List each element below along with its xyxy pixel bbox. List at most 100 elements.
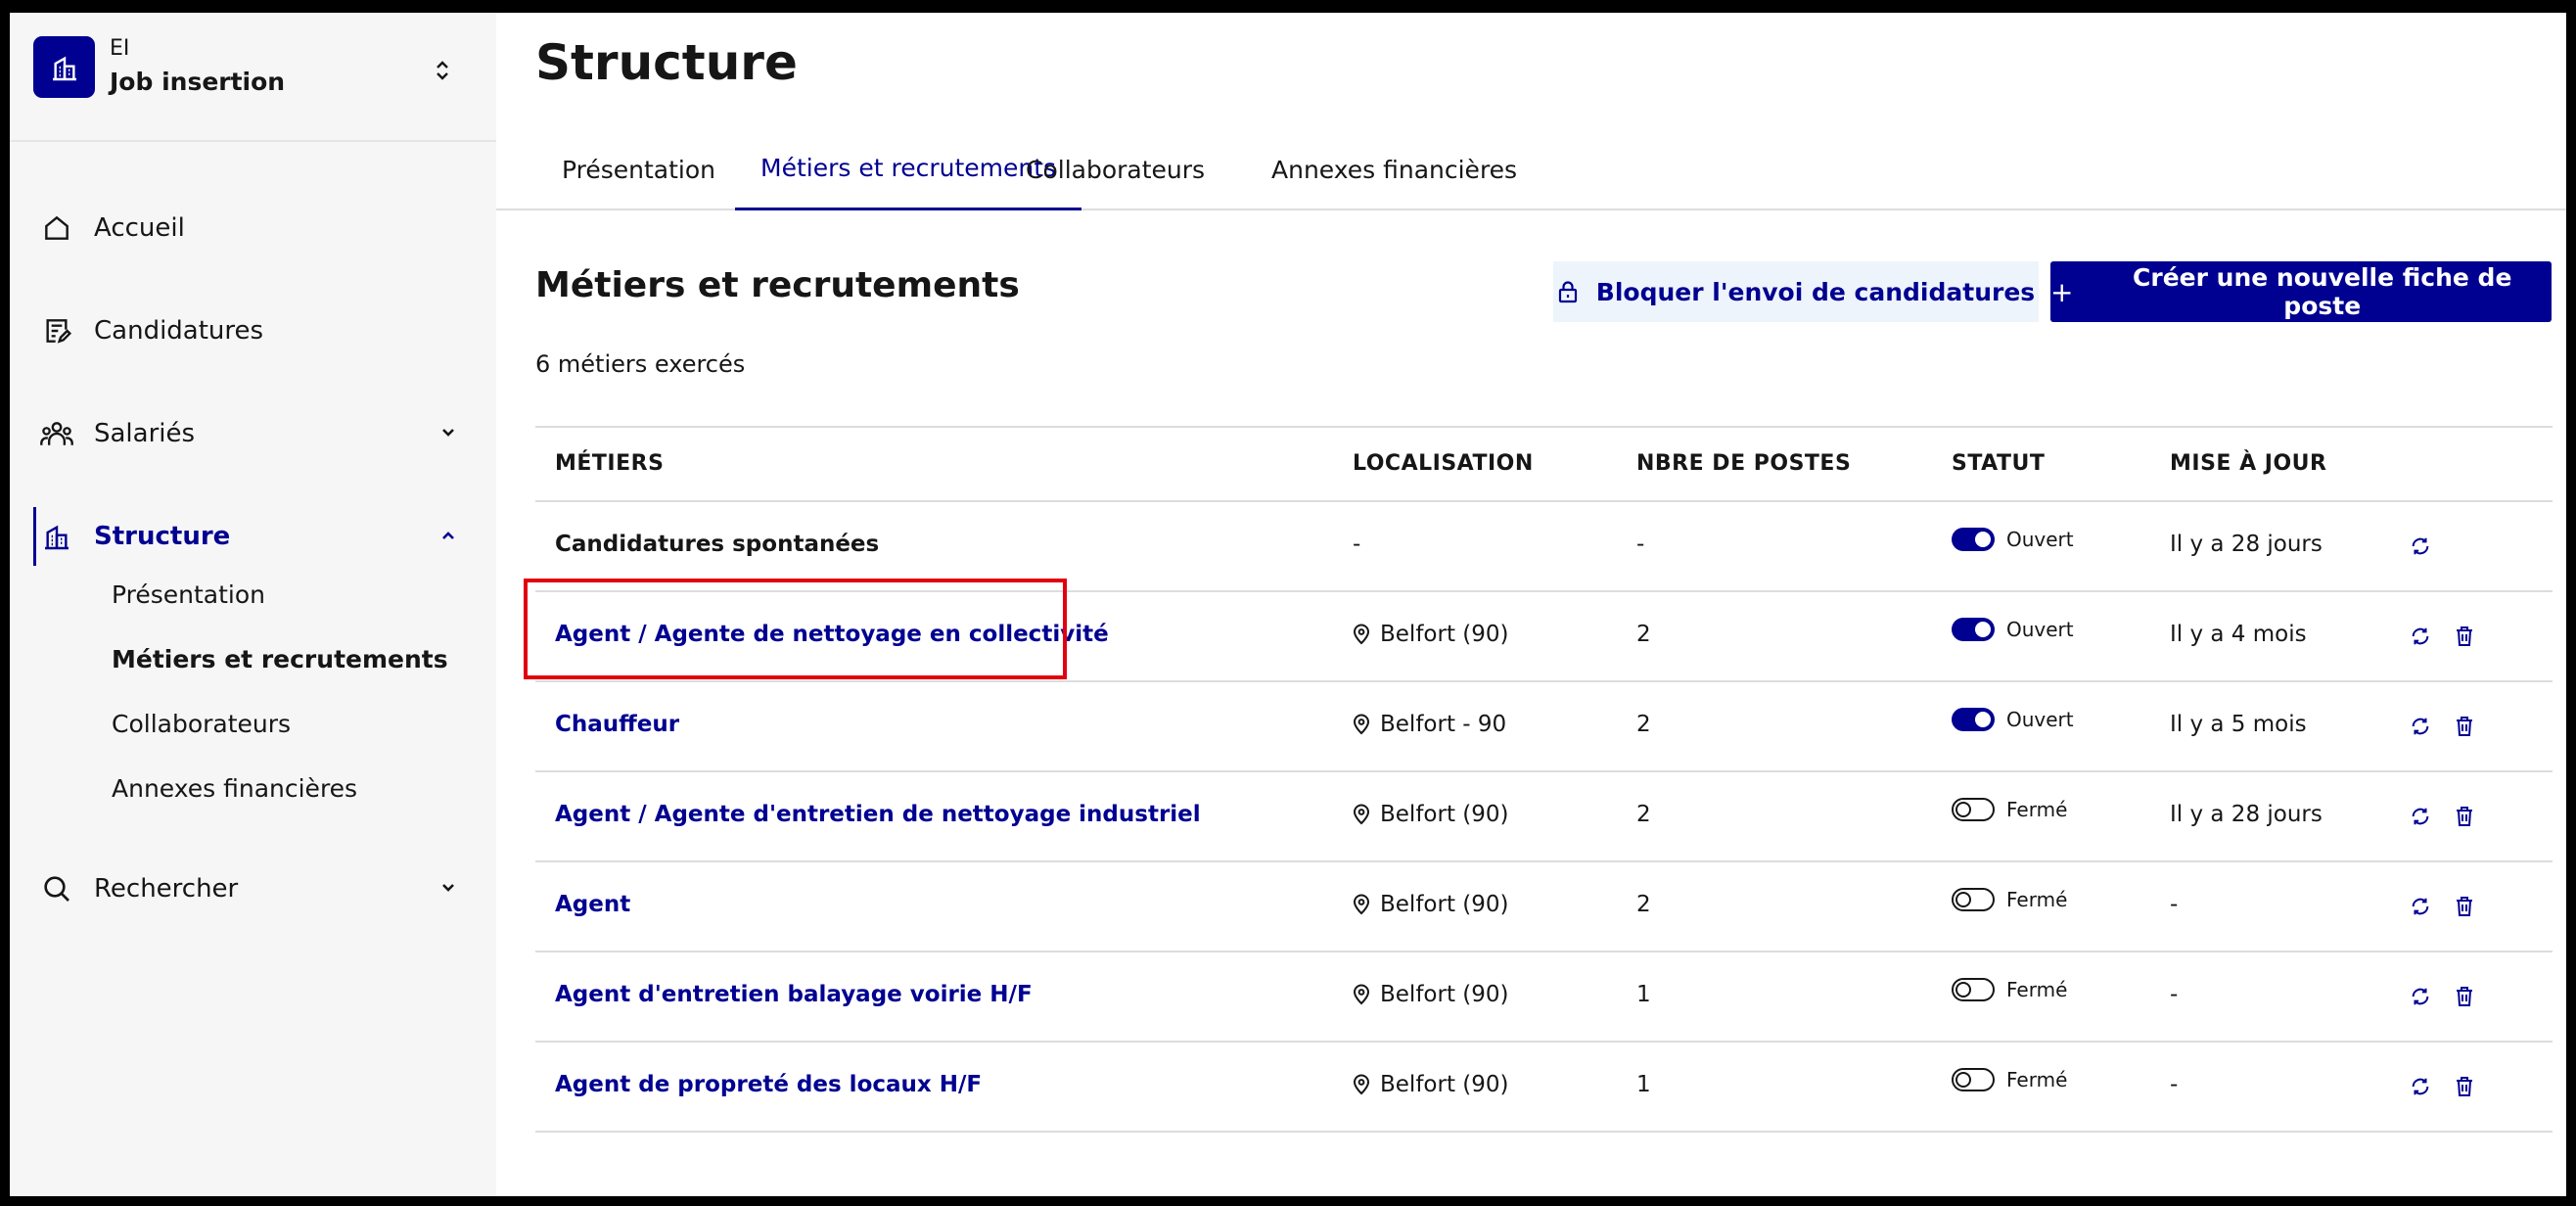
location-cell: Belfort - 90 <box>1353 712 1506 737</box>
job-link[interactable]: Agent / Agente d'entretien de nettoyage … <box>555 802 1201 827</box>
location-pin-icon <box>1353 804 1370 825</box>
page-title: Structure <box>535 34 798 91</box>
location-cell: Belfort (90) <box>1353 802 1509 827</box>
status-toggle[interactable] <box>1952 798 1995 821</box>
sidebar-item-candidatures[interactable]: Candidatures <box>33 302 474 360</box>
status-label: Fermé <box>2006 798 2068 821</box>
status-cell: Ouvert <box>1952 528 2074 551</box>
sidebar-subitem-metiers[interactable]: Métiers et recrutements <box>112 645 448 673</box>
job-link[interactable]: Agent / Agente de nettoyage en collectiv… <box>555 622 1109 647</box>
header-mise-a-jour: MISE À JOUR <box>2170 451 2327 476</box>
location-text: Belfort (90) <box>1380 622 1509 647</box>
lock-icon <box>1558 281 1577 303</box>
postes-cell: 1 <box>1636 1072 1651 1097</box>
status-cell: Ouvert <box>1952 708 2074 731</box>
tab-bar: Présentation Métiers et recrutements Col… <box>496 128 2566 210</box>
status-label: Fermé <box>2006 978 2068 1001</box>
job-link[interactable]: Chauffeur <box>555 712 679 737</box>
trash-icon[interactable] <box>2450 712 2479 741</box>
sidebar-item-accueil[interactable]: Accueil <box>33 199 474 257</box>
refresh-icon[interactable] <box>2406 712 2435 741</box>
status-label: Fermé <box>2006 888 2068 911</box>
sidebar-item-structure[interactable]: Structure <box>33 507 474 566</box>
status-label: Ouvert <box>2006 618 2074 641</box>
chevron-down-icon <box>438 423 458 446</box>
refresh-icon[interactable] <box>2406 982 2435 1011</box>
location-cell: Belfort (90) <box>1353 622 1509 647</box>
sidebar-item-rechercher[interactable]: Rechercher <box>33 859 474 918</box>
updated-cell: - <box>2170 892 2179 917</box>
location-text: Belfort (90) <box>1380 1072 1509 1097</box>
trash-icon[interactable] <box>2450 1072 2479 1101</box>
tab-collaborateurs[interactable]: Collaborateurs <box>1000 128 1230 210</box>
status-label: Ouvert <box>2006 708 2074 731</box>
chevron-up-down-icon[interactable] <box>435 60 450 85</box>
postes-cell: 2 <box>1636 802 1651 827</box>
status-cell: Fermé <box>1952 798 2067 821</box>
trash-icon[interactable] <box>2450 622 2479 651</box>
status-toggle[interactable] <box>1952 1068 1995 1091</box>
block-applications-label: Bloquer l'envoi de candidatures <box>1595 277 2036 306</box>
header-postes: NBRE DE POSTES <box>1636 451 1852 476</box>
header-localisation: LOCALISATION <box>1353 451 1534 476</box>
status-label: Ouvert <box>2006 528 2074 551</box>
refresh-icon[interactable] <box>2406 802 2435 831</box>
location-pin-icon <box>1353 1074 1370 1095</box>
sidebar-item-label: Structure <box>94 522 231 551</box>
job-title: Candidatures spontanées <box>555 532 880 557</box>
tab-presentation[interactable]: Présentation <box>536 128 741 210</box>
trash-icon[interactable] <box>2450 982 2479 1011</box>
table-row: Candidatures spontanées - - Ouvert Il y a 28… <box>535 502 2553 592</box>
status-toggle[interactable] <box>1952 528 1995 551</box>
org-name: Job insertion <box>110 68 286 96</box>
refresh-icon[interactable] <box>2406 622 2435 651</box>
updated-cell: Il y a 28 jours <box>2170 532 2323 557</box>
sidebar: EI Job insertion Accueil Candidatures Sa… <box>10 13 496 1196</box>
chevron-up-icon <box>438 526 458 549</box>
status-toggle[interactable] <box>1952 978 1995 1001</box>
sidebar-subitem-annexes[interactable]: Annexes financières <box>112 774 357 803</box>
building-icon <box>33 36 95 98</box>
postes-cell: - <box>1636 532 1645 557</box>
trash-icon[interactable] <box>2450 802 2479 831</box>
location-cell: Belfort (90) <box>1353 1072 1509 1097</box>
location-text: Belfort - 90 <box>1380 712 1507 737</box>
location-pin-icon <box>1353 624 1370 645</box>
table-body: Candidatures spontanées - - Ouvert Il y a 28… <box>535 502 2553 1133</box>
sidebar-subitem-presentation[interactable]: Présentation <box>112 580 265 609</box>
team-icon <box>39 416 74 451</box>
table-row: Agent / Agente de nettoyage en collectiv… <box>535 592 2553 682</box>
status-cell: Fermé <box>1952 888 2067 911</box>
trash-icon[interactable] <box>2450 892 2479 921</box>
location-cell: - <box>1353 532 1360 557</box>
sidebar-subitem-collaborateurs[interactable]: Collaborateurs <box>112 710 291 738</box>
jobs-table: MÉTIERS LOCALISATION NBRE DE POSTES STAT… <box>535 426 2553 1133</box>
table-row: Agent d'entretien balayage voirie H/F Bel… <box>535 952 2553 1043</box>
create-job-button[interactable]: + Créer une nouvelle fiche de poste <box>2050 261 2552 322</box>
status-toggle[interactable] <box>1952 888 1995 911</box>
job-link[interactable]: Agent <box>555 892 630 917</box>
location-cell: Belfort (90) <box>1353 982 1509 1007</box>
refresh-icon[interactable] <box>2406 532 2435 561</box>
metiers-count: 6 métiers exercés <box>535 350 746 378</box>
location-text: Belfort (90) <box>1380 802 1509 827</box>
status-toggle[interactable] <box>1952 618 1995 641</box>
search-icon <box>39 871 74 906</box>
status-cell: Fermé <box>1952 1068 2067 1091</box>
updated-cell: - <box>2170 982 2179 1007</box>
refresh-icon[interactable] <box>2406 1072 2435 1101</box>
section-title: Métiers et recrutements <box>535 265 1020 305</box>
sidebar-item-salaries[interactable]: Salariés <box>33 404 474 463</box>
job-link[interactable]: Agent d'entretien balayage voirie H/F <box>555 982 1033 1007</box>
org-switcher[interactable]: EI Job insertion <box>10 13 496 142</box>
block-applications-button[interactable]: Bloquer l'envoi de candidatures <box>1553 261 2039 322</box>
tab-annexes[interactable]: Annexes financières <box>1246 128 1542 210</box>
table-header: MÉTIERS LOCALISATION NBRE DE POSTES STAT… <box>535 426 2553 502</box>
status-cell: Fermé <box>1952 978 2067 1001</box>
location-pin-icon <box>1353 894 1370 915</box>
refresh-icon[interactable] <box>2406 892 2435 921</box>
postes-cell: 1 <box>1636 982 1651 1007</box>
status-toggle[interactable] <box>1952 708 1995 731</box>
job-link[interactable]: Agent de propreté des locaux H/F <box>555 1072 982 1097</box>
postes-cell: 2 <box>1636 712 1651 737</box>
